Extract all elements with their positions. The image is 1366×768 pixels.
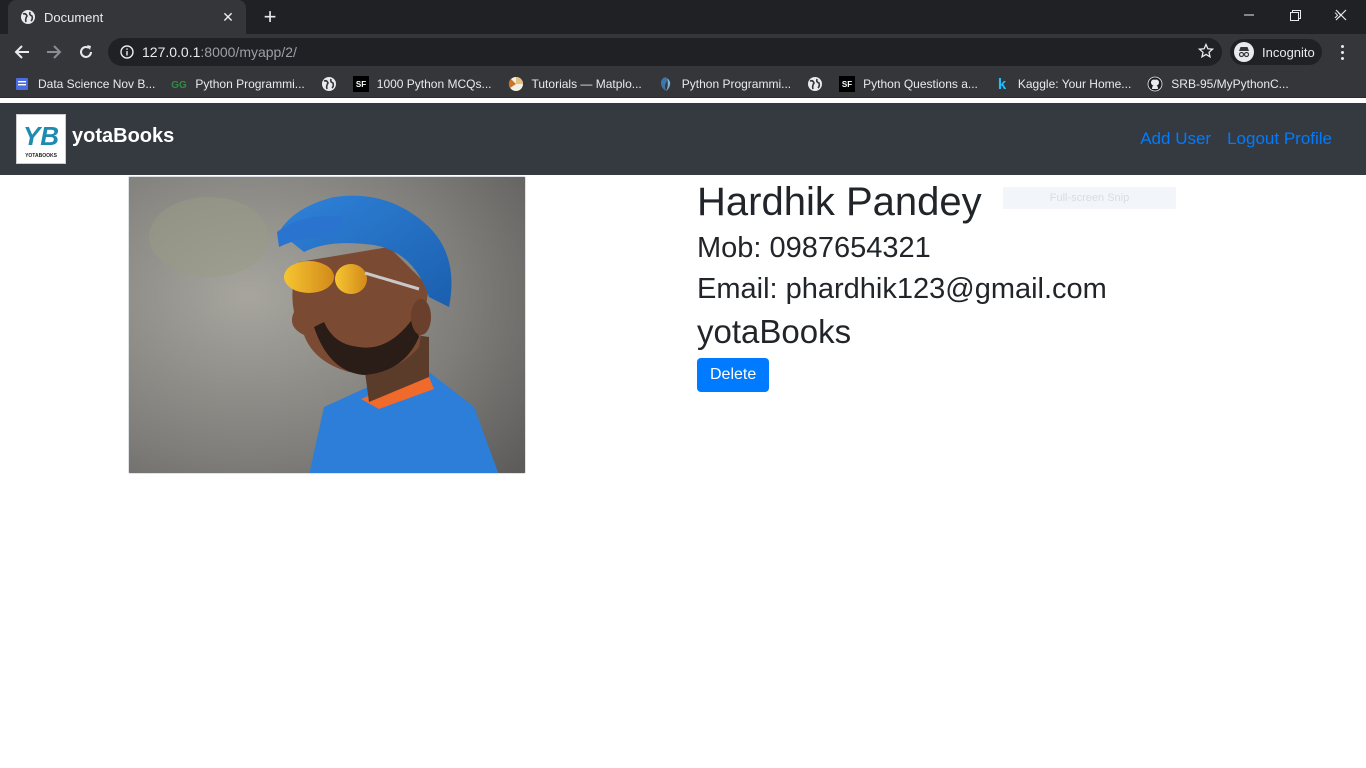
svg-text:YB: YB xyxy=(23,121,59,151)
svg-text:k: k xyxy=(998,76,1007,92)
sanfoundry-icon: SF xyxy=(352,75,369,92)
browser-menu-icon[interactable] xyxy=(1332,40,1352,64)
bookmark-item[interactable] xyxy=(807,76,831,92)
kaggle-icon: k xyxy=(994,76,1010,92)
back-arrow-icon[interactable] xyxy=(8,38,36,66)
profile-company: yotaBooks xyxy=(697,313,852,350)
minimize-button[interactable] xyxy=(1226,0,1272,30)
bookmark-label: Python Programmi... xyxy=(681,76,792,91)
bookmark-item[interactable]: SRB-95/MyPythonC... xyxy=(1147,76,1289,92)
site-navbar: YB YOTABOOKS yotaBooks Add User Logout P… xyxy=(0,103,1366,175)
brand-name[interactable]: yotaBooks xyxy=(72,125,174,148)
github-icon xyxy=(1147,76,1163,92)
address-bar[interactable]: 127.0.0.1:8000/myapp/2/ xyxy=(108,38,1222,66)
logout-profile-link[interactable]: Logout Profile xyxy=(1227,129,1332,149)
svg-text:GG: GG xyxy=(172,80,188,90)
svg-text:SF: SF xyxy=(356,80,366,89)
profile-photo xyxy=(128,176,526,474)
profile-details: Hardhik Pandey Mob: 0987654321 Email: ph… xyxy=(697,178,1107,392)
url-host: 127.0.0.1 xyxy=(142,44,201,60)
nav-links: Add User Logout Profile xyxy=(1140,129,1332,149)
profile-email: Email: phardhik123@gmail.com xyxy=(697,273,1107,305)
incognito-label: Incognito xyxy=(1262,44,1315,60)
add-user-link[interactable]: Add User xyxy=(1140,129,1211,149)
globe-icon xyxy=(321,76,337,92)
bookmark-item[interactable]: Data Science Nov B... xyxy=(14,76,155,92)
bookmark-label: Kaggle: Your Home... xyxy=(1017,76,1132,91)
bookmark-item[interactable]: SF Python Questions a... xyxy=(839,75,978,92)
brand-logo: YB YOTABOOKS xyxy=(16,114,66,164)
bookmark-label: Tutorials — Matplo... xyxy=(531,76,642,91)
svg-text:YOTABOOKS: YOTABOOKS xyxy=(25,153,58,159)
bookmark-label: Data Science Nov B... xyxy=(38,76,156,91)
bookmark-star-icon[interactable] xyxy=(1197,42,1215,64)
python-icon xyxy=(658,76,674,92)
new-tab-button[interactable]: + xyxy=(258,6,282,30)
snip-overlay: Full-screen Snip xyxy=(1003,187,1176,209)
incognito-icon xyxy=(1234,42,1254,62)
bookmark-item[interactable]: SF 1000 Python MCQs... xyxy=(352,75,492,92)
globe-icon xyxy=(20,9,36,25)
bookmark-item[interactable]: Tutorials — Matplo... xyxy=(508,76,642,92)
forward-arrow-icon[interactable] xyxy=(40,38,68,66)
svg-text:SF: SF xyxy=(842,80,852,89)
url-path: :8000/myapp/2/ xyxy=(200,44,297,60)
info-icon[interactable] xyxy=(112,45,142,59)
bookmarks-bar: Data Science Nov B... GG Python Programmi.… xyxy=(0,70,1366,98)
tab-title: Document xyxy=(44,9,104,25)
sanfoundry-icon: SF xyxy=(839,75,856,92)
close-tab-icon[interactable]: ✕ xyxy=(218,7,238,27)
more-bookmarks-icon[interactable]: » xyxy=(1334,6,1342,22)
bookmark-item[interactable]: k Kaggle: Your Home... xyxy=(994,76,1132,92)
bookmark-item[interactable] xyxy=(321,76,345,92)
bookmark-label: SRB-95/MyPythonC... xyxy=(1171,76,1289,91)
bookmark-item[interactable]: GG Python Programmi... xyxy=(171,76,305,92)
matplotlib-icon xyxy=(508,76,524,92)
profile-mobile: Mob: 0987654321 xyxy=(697,232,931,264)
brand[interactable]: YB YOTABOOKS yotaBooks xyxy=(16,114,174,164)
reload-icon[interactable] xyxy=(72,38,100,66)
restore-button[interactable] xyxy=(1272,0,1318,30)
browser-tab[interactable]: Document ✕ xyxy=(8,0,246,34)
incognito-profile-button[interactable]: Incognito xyxy=(1230,39,1322,65)
bookmark-label: Python Programmi... xyxy=(195,76,305,91)
browser-toolbar: 127.0.0.1:8000/myapp/2/ Incognito xyxy=(0,34,1366,70)
globe-icon xyxy=(807,76,823,92)
document-icon xyxy=(14,76,30,92)
delete-button[interactable]: Delete xyxy=(697,358,770,392)
geeksforgeeks-icon: GG xyxy=(171,76,188,92)
bookmark-label: Python Questions a... xyxy=(863,76,978,91)
bookmark-item[interactable]: Python Programmi... xyxy=(658,76,791,92)
bookmark-label: 1000 Python MCQs... xyxy=(376,76,492,91)
browser-titlebar: Document ✕ + xyxy=(0,0,1366,34)
